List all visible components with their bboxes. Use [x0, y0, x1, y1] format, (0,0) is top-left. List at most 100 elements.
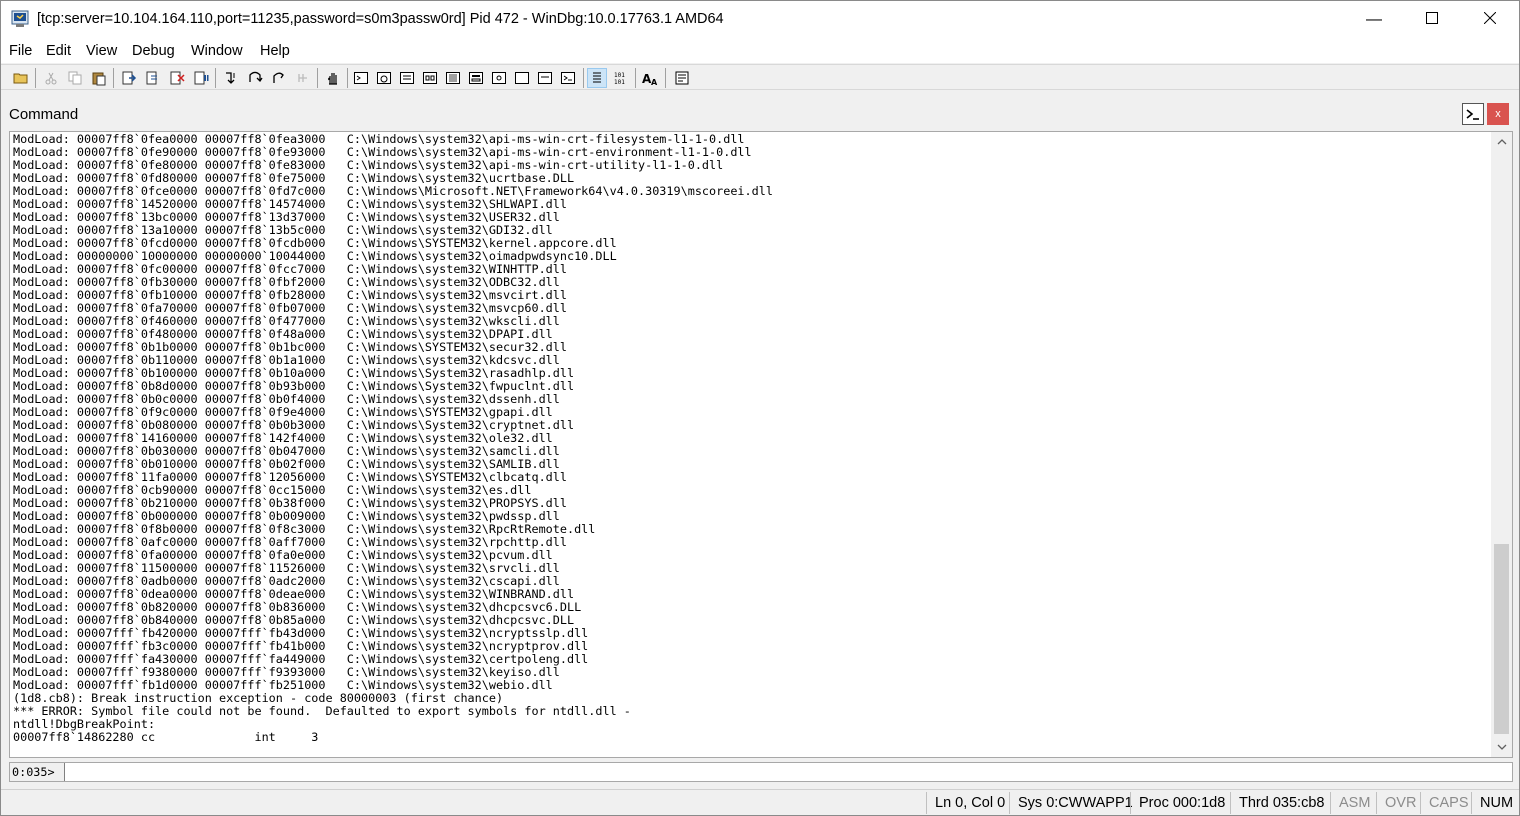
- restart-button[interactable]: [143, 68, 163, 88]
- close-icon: x: [1495, 108, 1501, 120]
- cut-button[interactable]: [41, 68, 61, 88]
- command-prompt-label: 0:035>: [10, 763, 65, 781]
- windbg-window: [tcp:server=10.104.164.110,port=11235,pa…: [0, 0, 1520, 816]
- command-pane-close-button[interactable]: x: [1487, 103, 1509, 125]
- menu-debug[interactable]: Debug: [132, 43, 175, 59]
- toolbar: 101 101 AA: [1, 64, 1519, 90]
- output-text: ModLoad: 00007ff8`0fea0000 00007ff8`0fea…: [13, 133, 1488, 757]
- menu-edit[interactable]: Edit: [46, 43, 71, 59]
- call-stack-window-icon: [469, 72, 483, 84]
- break-icon: [194, 71, 209, 85]
- processes-threads-icon: [538, 72, 552, 84]
- status-caps: CAPS: [1420, 792, 1477, 814]
- step-out-icon: [273, 72, 284, 83]
- maximize-icon: [1426, 11, 1438, 29]
- status-bar: Ln 0, Col 0 Sys 0:CWWAPP1 Proc 000:1d8 T…: [1, 789, 1519, 815]
- status-num: NUM: [1471, 792, 1520, 814]
- command-input[interactable]: [67, 763, 1511, 781]
- step-into-button[interactable]: [221, 68, 241, 88]
- folder-open-icon: [13, 73, 28, 84]
- toolbar-separator: [347, 68, 348, 88]
- toolbar-separator: [583, 68, 584, 88]
- status-position: Ln 0, Col 0: [926, 792, 1013, 814]
- options-icon: [675, 71, 689, 85]
- command-output[interactable]: ModLoad: 00007ff8`0fea0000 00007ff8`0fea…: [9, 131, 1513, 758]
- toolbar-separator: [665, 68, 666, 88]
- close-icon: [1483, 11, 1497, 29]
- font-button[interactable]: AA: [641, 68, 661, 88]
- copy-button[interactable]: [65, 68, 85, 88]
- watch-window-button[interactable]: [374, 68, 394, 88]
- processes-threads-button[interactable]: [535, 68, 555, 88]
- disassembly-window-button[interactable]: [489, 68, 509, 88]
- memory-window-button[interactable]: [443, 68, 463, 88]
- maximize-button[interactable]: [1403, 1, 1461, 39]
- command-browser-icon: [561, 72, 575, 84]
- menu-view[interactable]: View: [86, 43, 117, 59]
- command-browser-button[interactable]: [558, 68, 578, 88]
- step-over-icon: [249, 71, 263, 83]
- menu-window[interactable]: Window: [191, 43, 243, 59]
- hex-display-button[interactable]: 101 101: [611, 68, 631, 88]
- paste-icon: [92, 72, 106, 86]
- source-lines-icon: [593, 72, 601, 83]
- title-bar[interactable]: [tcp:server=10.104.164.110,port=11235,pa…: [1, 1, 1519, 39]
- close-window-button[interactable]: [1461, 1, 1519, 39]
- status-ovr: OVR: [1376, 792, 1424, 814]
- scroll-down-button[interactable]: [1491, 737, 1512, 757]
- hex-display-icon: 101101: [614, 72, 625, 86]
- stop-debugging-icon: [170, 71, 185, 85]
- status-process: Proc 000:1d8: [1130, 792, 1233, 814]
- scroll-thumb[interactable]: [1494, 544, 1509, 734]
- paste-button[interactable]: [89, 68, 109, 88]
- output-line: *** ERROR: Symbol file could not be foun…: [13, 704, 639, 718]
- menu-file[interactable]: File: [9, 43, 32, 59]
- command-window-button[interactable]: [351, 68, 371, 88]
- step-over-button[interactable]: [245, 68, 265, 88]
- disassembly-window-icon: [492, 72, 506, 84]
- menu-help[interactable]: Help: [260, 43, 290, 59]
- open-file-button[interactable]: [11, 68, 31, 88]
- memory-window-icon: [446, 72, 460, 84]
- go-icon: [122, 71, 137, 85]
- status-thread: Thrd 035:cb8: [1230, 792, 1332, 814]
- go-button[interactable]: [119, 68, 139, 88]
- font-icon: AA: [642, 72, 658, 86]
- status-asm: ASM: [1330, 792, 1378, 814]
- break-button[interactable]: [191, 68, 211, 88]
- run-to-cursor-button[interactable]: [293, 68, 313, 88]
- step-out-button[interactable]: [269, 68, 289, 88]
- command-pane-menu-button[interactable]: [1462, 103, 1484, 125]
- chevron-up-icon: [1497, 139, 1506, 145]
- toolbar-separator: [113, 68, 114, 88]
- locals-window-button[interactable]: [397, 68, 417, 88]
- minimize-button[interactable]: —: [1345, 1, 1403, 39]
- output-line: 00007ff8`14862280 cc int 3: [13, 730, 319, 744]
- restart-icon: [146, 71, 157, 85]
- svg-text:101: 101: [614, 79, 625, 86]
- registers-window-button[interactable]: [420, 68, 440, 88]
- call-stack-window-button[interactable]: [466, 68, 486, 88]
- stop-debugging-button[interactable]: [167, 68, 187, 88]
- svg-text:101: 101: [614, 72, 625, 79]
- vertical-scrollbar[interactable]: [1491, 132, 1512, 757]
- svg-text:A: A: [651, 78, 658, 86]
- hand-icon: [328, 73, 337, 85]
- command-input-row: 0:035>: [9, 762, 1513, 782]
- toolbar-separator: [635, 68, 636, 88]
- windbg-app-icon[interactable]: [11, 10, 29, 28]
- mdi-client-area: Command x ModLoad: 00007ff8`0fea0000 000…: [1, 91, 1519, 788]
- toolbar-separator: [35, 68, 36, 88]
- menu-bar: File Edit View Debug Window Help: [1, 39, 1519, 63]
- copy-icon: [68, 71, 82, 85]
- command-prompt-icon: [1466, 109, 1479, 120]
- scratch-pad-button[interactable]: [512, 68, 532, 88]
- minimize-icon: —: [1366, 11, 1382, 28]
- options-button[interactable]: [672, 68, 692, 88]
- step-into-icon: [226, 72, 235, 84]
- scroll-up-button[interactable]: [1491, 132, 1512, 152]
- chevron-down-icon: [1497, 744, 1506, 750]
- source-line-toggle-button[interactable]: [587, 68, 607, 88]
- source-mode-button[interactable]: [323, 68, 343, 88]
- toolbar-separator: [215, 68, 216, 88]
